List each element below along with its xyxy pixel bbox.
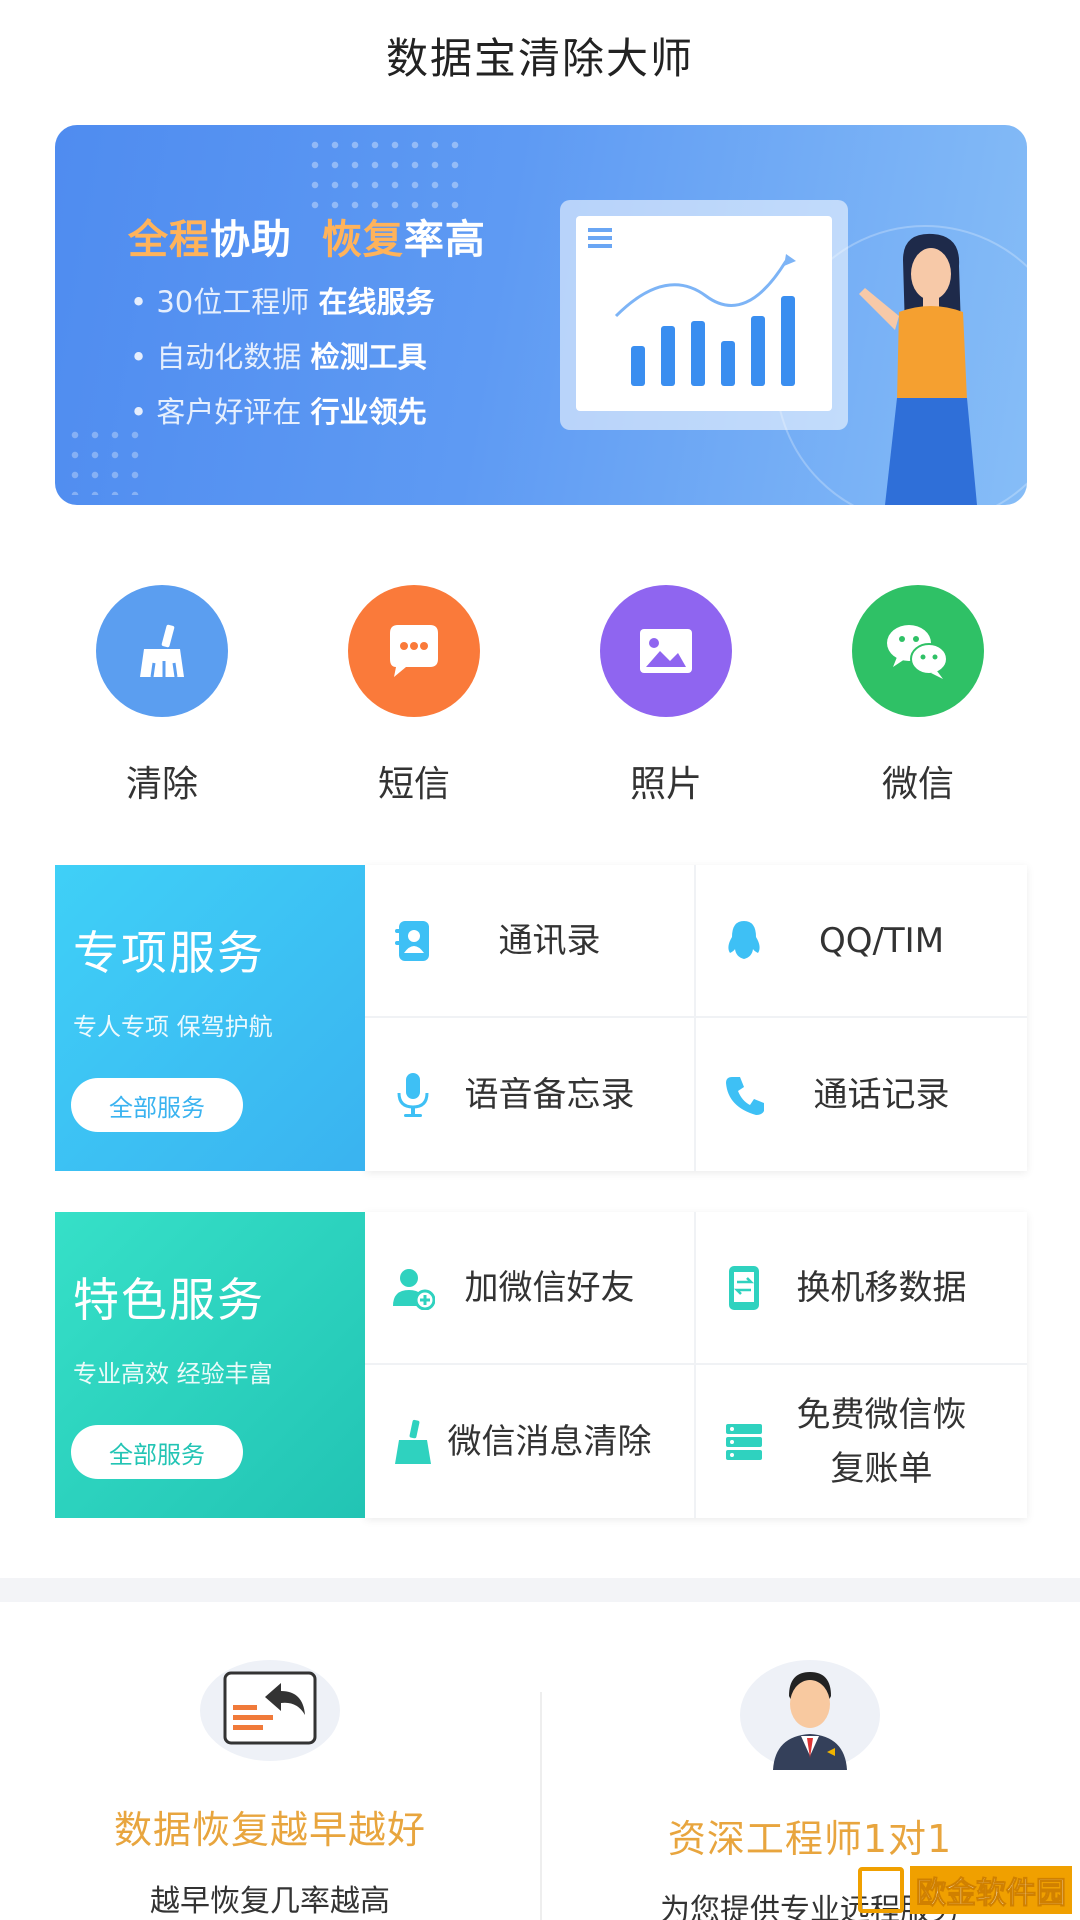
app-screen: 数据宝清除大师 全程协助 恢复率高 • 30位工程师 在线服务 • 自动化数据 … [0,0,1080,1920]
service-qq-tim[interactable]: QQ/TIM [696,865,1027,1018]
service-phone-transfer[interactable]: 换机移数据 [696,1212,1027,1365]
special-service-header: 专项服务 专人专项 保驾护航 全部服务 [55,865,365,1171]
photo-icon [600,585,732,717]
banner-bullet: • 客户好评在 行业领先 [130,395,427,429]
special-service-block: 专项服务 专人专项 保驾护航 全部服务 通讯录 QQ/TIM 语音备忘录 通话记… [55,865,1027,1171]
headline-part: 恢复 [321,217,404,263]
watermark-text: 欧金软件园 [910,1866,1072,1914]
bullet-text: 客户好评在 [156,395,302,429]
chat-bubble-icon [348,585,480,717]
phone-transfer-icon [722,1265,766,1310]
highlight-early-recovery[interactable]: 数据恢复越早越好 越早恢复几率越高 [0,1640,540,1920]
phone-icon [722,1073,766,1117]
quick-action-label: 照片 [629,764,702,805]
add-friend-icon [391,1266,435,1310]
bullet-emphasis: 在线服务 [318,285,435,319]
microphone-icon [391,1072,435,1117]
bullet-text: 自动化数据 [156,340,302,374]
service-free-wechat-bill-recovery[interactable]: 免费微信恢复账单 [696,1365,1027,1518]
service-label: 换机移数据 [796,1267,967,1308]
service-wechat-message-clear[interactable]: 微信消息清除 [365,1365,696,1518]
quick-action-clear[interactable]: 清除 [36,585,288,807]
watermark-logo: 欧金软件园 [858,1866,1072,1914]
engineer-avatar-icon [740,1660,880,1770]
bill-list-icon [722,1420,766,1464]
broom-icon [391,1419,435,1464]
service-add-wechat-friend[interactable]: 加微信好友 [365,1212,696,1365]
featured-service-block: 特色服务 专业高效 经验丰富 全部服务 加微信好友 换机移数据 微信消息清除 免… [55,1212,1027,1518]
service-call-log[interactable]: 通话记录 [696,1018,1027,1171]
quick-action-wechat[interactable]: 微信 [792,585,1044,807]
special-service-subtitle: 专人专项 保驾护航 [73,1013,273,1041]
service-label: 通讯录 [498,920,601,961]
service-label: 通话记录 [813,1074,950,1115]
page-title: 数据宝清除大师 [385,33,694,83]
special-service-grid: 通讯录 QQ/TIM 语音备忘录 通话记录 [365,865,1027,1171]
broom-icon [96,585,228,717]
service-label: QQ/TIM [818,920,945,961]
quick-action-sms[interactable]: 短信 [288,585,540,807]
quick-action-label: 微信 [881,764,954,805]
growth-chart-illustration [588,228,796,386]
qq-penguin-icon [722,919,766,963]
quick-actions: 清除 短信 照片 微信 [0,585,1080,807]
card-divider [540,1692,542,1920]
service-label: 加微信好友 [464,1267,635,1308]
highlight-subtitle: 越早恢复几率越高 [150,1884,390,1919]
headline-part: 全程 [128,217,210,263]
featured-service-grid: 加微信好友 换机移数据 微信消息清除 免费微信恢复账单 [365,1212,1027,1518]
board-screen [576,216,832,411]
restore-icon [200,1660,340,1761]
quick-action-label: 短信 [377,764,450,805]
watermark-icon [858,1867,904,1913]
banner-bullet: • 30位工程师 在线服务 [130,285,435,319]
featured-service-header: 特色服务 专业高效 经验丰富 全部服务 [55,1212,365,1518]
bullet-text: 30位工程师 [156,285,310,319]
featured-service-subtitle: 专业高效 经验丰富 [73,1360,273,1388]
quick-action-photos[interactable]: 照片 [540,585,792,807]
highlight-title: 数据恢复越早越好 [113,1808,426,1852]
contacts-icon [391,919,435,963]
promo-banner[interactable]: 全程协助 恢复率高 • 30位工程师 在线服务 • 自动化数据 检测工具 • 客… [55,125,1027,505]
bullet-emphasis: 检测工具 [310,340,427,374]
featured-service-title: 特色服务 [73,1273,265,1327]
highlight-title: 资深工程师1对1 [667,1817,953,1861]
headline-part: 率高 [403,217,486,263]
service-voice-memo[interactable]: 语音备忘录 [365,1018,696,1171]
section-divider [0,1578,1080,1602]
service-label: 微信消息清除 [447,1421,652,1462]
presentation-board-illustration [560,200,848,430]
title-bar: 数据宝清除大师 [0,0,1080,110]
bullet-emphasis: 行业领先 [310,395,427,429]
all-services-button[interactable]: 全部服务 [71,1425,243,1479]
all-services-button[interactable]: 全部服务 [71,1078,243,1132]
woman-presenter-illustration [859,233,977,505]
special-service-title: 专项服务 [73,926,265,980]
decorative-dots [305,135,465,215]
service-label: 语音备忘录 [464,1074,635,1115]
service-contacts[interactable]: 通讯录 [365,865,696,1018]
wechat-icon [852,585,984,717]
service-label: 免费微信恢复账单 [796,1394,967,1489]
headline-part: 协助 [210,217,292,263]
banner-bullet: • 自动化数据 检测工具 [130,340,427,374]
quick-action-label: 清除 [125,764,198,805]
banner-bullets: • 30位工程师 在线服务 • 自动化数据 检测工具 • 客户好评在 行业领先 [130,275,434,440]
banner-headline: 全程协助 恢复率高 [128,207,486,265]
